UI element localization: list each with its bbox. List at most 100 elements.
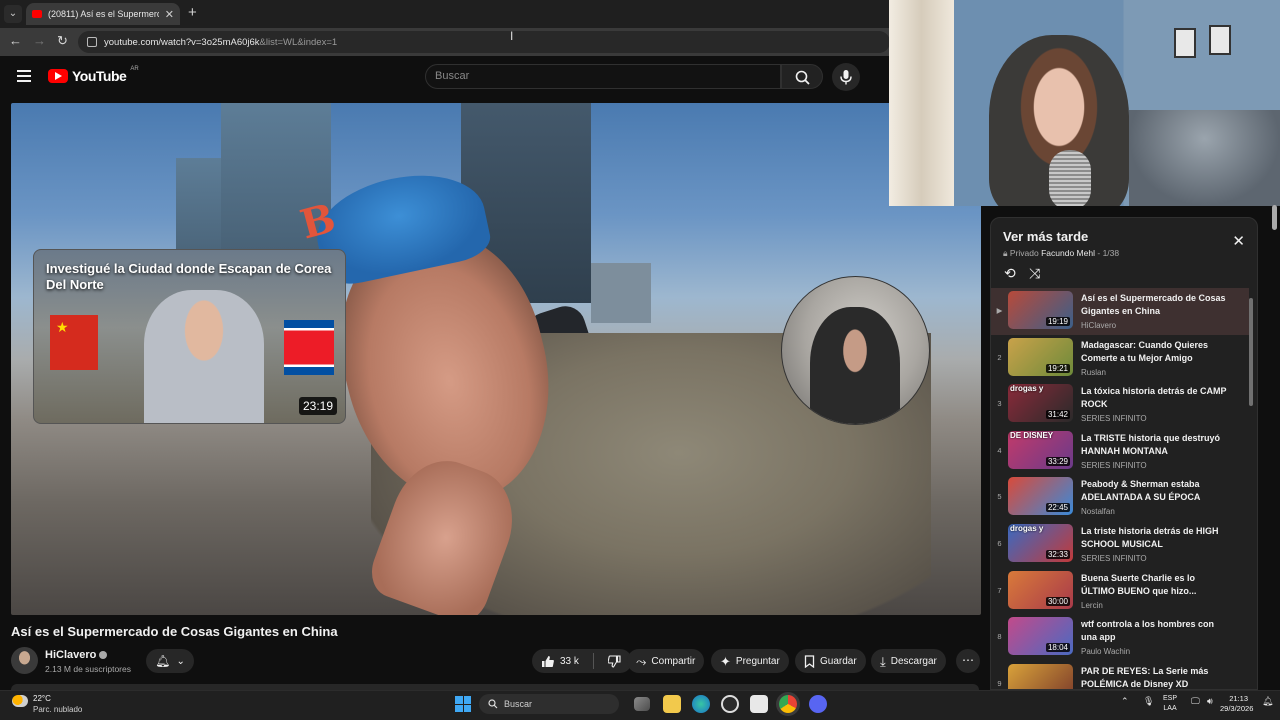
playlist-title[interactable]: Ver más tarde: [1003, 229, 1088, 244]
browser-tab[interactable]: (20811) Así es el Supermercado de Cosas …: [26, 3, 180, 25]
country-code: AR: [130, 66, 139, 72]
shuffle-icon[interactable]: ⤨: [1029, 265, 1040, 282]
playlist-item[interactable]: 9 PAR DE REYES: La Serie más POLÉMICA de …: [991, 661, 1249, 689]
playlist-item-thumbnail[interactable]: 22:45: [1008, 477, 1073, 516]
playlist-item[interactable]: 2 19:21 Madagascar: Cuando Quieres Comerte…: [991, 335, 1249, 382]
playlist-scrollbar[interactable]: [1249, 298, 1253, 406]
page-scrollbar[interactable]: [1272, 205, 1277, 230]
save-button[interactable]: Guardar: [795, 649, 866, 673]
thumbnail-text: drogas y: [1010, 523, 1044, 533]
site-info-icon[interactable]: [87, 37, 97, 47]
voice-search-button[interactable]: [832, 63, 860, 91]
keyboard-layout: LAA: [1163, 705, 1177, 712]
playlist-item-duration: 33:29: [1045, 456, 1070, 466]
playlist-item-title[interactable]: La TRISTE historia que destruyó HANNAH M…: [1081, 432, 1231, 458]
menu-icon[interactable]: [17, 70, 31, 85]
playlist-item[interactable]: 7 30:00 Buena Suerte Charlie es lo ÚLTIMO …: [991, 568, 1249, 615]
wall-frame: [1209, 25, 1231, 55]
more-actions-button[interactable]: ⋯: [956, 649, 980, 673]
playlist-item-channel: SERIES INFINITO: [1081, 460, 1147, 470]
playlist-owner[interactable]: Facundo Mehl: [1041, 248, 1095, 258]
channel-avatar[interactable]: [11, 647, 38, 674]
weather-temperature[interactable]: 22°C: [33, 694, 51, 703]
microphone-tray-icon[interactable]: 🎙︎: [1143, 696, 1154, 707]
back-button[interactable]: ←: [9, 34, 22, 48]
playlist-item-title[interactable]: Buena Suerte Charlie es lo ÚLTIMO BUENO …: [1081, 572, 1231, 598]
forward-button[interactable]: →: [33, 34, 46, 48]
notification-bell-button[interactable]: 🔔︎ ⌄: [146, 649, 194, 673]
volume-icon[interactable]: 🔊︎: [1207, 696, 1213, 707]
network-icon[interactable]: 🖵︎: [1191, 696, 1200, 707]
discord-icon[interactable]: [809, 695, 827, 713]
like-button[interactable]: 33 k: [532, 649, 588, 673]
playlist-item-title[interactable]: La triste historia detrás de HIGH SCHOOL…: [1081, 525, 1231, 551]
channel-end-screen-avatar[interactable]: [781, 276, 930, 425]
playlist-item-title[interactable]: Así es el Supermercado de Cosas Gigantes…: [1081, 292, 1231, 318]
github-icon[interactable]: [721, 695, 739, 713]
tab-close-icon[interactable]: ✕: [165, 8, 174, 21]
playlist-panel: Ver más tarde 🔒︎ Privado Facundo Mehl - …: [990, 217, 1258, 690]
reload-button[interactable]: ↻: [57, 34, 68, 48]
address-bar[interactable]: youtube.com/watch?v=3o25mA60j6k &list=WL&…: [78, 31, 890, 53]
url-query: &list=WL&index=1: [259, 36, 338, 48]
search-button[interactable]: [781, 64, 823, 89]
language-indicator[interactable]: ESP LAA: [1163, 694, 1177, 714]
search-input[interactable]: Buscar: [425, 64, 781, 89]
ask-button[interactable]: ✦ Preguntar: [711, 649, 789, 673]
youtube-logo[interactable]: YouTube AR: [48, 66, 139, 84]
playlist-item-thumbnail[interactable]: 19:19: [1008, 291, 1073, 329]
chrome-icon[interactable]: [779, 695, 797, 713]
file-explorer-icon[interactable]: [663, 695, 681, 713]
start-button[interactable]: [455, 696, 471, 712]
playlist-item-index: 7: [997, 585, 1002, 595]
playlist-item-title[interactable]: La tóxica historia detrás de CAMP ROCK: [1081, 385, 1231, 411]
edge-icon[interactable]: [692, 695, 710, 713]
weather-icon[interactable]: [12, 695, 28, 707]
tab-title: (20811) Así es el Supermercado de Cosas …: [48, 9, 159, 19]
tab-list-button[interactable]: ⌄: [4, 5, 22, 23]
tray-overflow-icon[interactable]: ⌃: [1121, 696, 1129, 707]
notifications-icon[interactable]: 🔔︎: [1262, 696, 1273, 707]
playlist-item-thumbnail[interactable]: DE DISNEY 33:29: [1008, 430, 1073, 469]
end-screen-video-card[interactable]: Investigué la Ciudad donde Escapan de Co…: [33, 249, 346, 424]
playlist-item[interactable]: ▶ 19:19 Así es el Supermercado de Cosas Gi…: [991, 288, 1249, 335]
task-view-icon[interactable]: [634, 697, 650, 711]
playlist-item-title[interactable]: wtf controla a los hombres con una app: [1081, 618, 1231, 644]
playlist-item[interactable]: 8 18:04 wtf controla a los hombres con una…: [991, 614, 1249, 661]
playlist-meta: 🔒︎ Privado Facundo Mehl - 1/38: [1003, 248, 1120, 258]
playlist-item-thumbnail[interactable]: [1008, 663, 1073, 689]
clock-time: 21:13: [1229, 694, 1248, 703]
ask-label: Preguntar: [735, 655, 780, 667]
playlist-item-thumbnail[interactable]: 30:00: [1008, 570, 1073, 609]
new-tab-button[interactable]: +: [188, 5, 197, 21]
playlist-item-title[interactable]: Peabody & Sherman estaba ADELANTADA A SU…: [1081, 478, 1231, 504]
share-button[interactable]: ⤳ Compartir: [627, 649, 705, 673]
thumbs-down-icon: [607, 654, 621, 668]
download-label: Descargar: [890, 655, 937, 667]
playlist-item[interactable]: 3 drogas y 31:42 La tóxica historia detrás …: [991, 381, 1249, 428]
playlist-item[interactable]: 5 22:45 Peabody & Sherman estaba ADELANTAD…: [991, 474, 1249, 521]
verified-icon: [99, 651, 108, 660]
playlist-item-channel: Ruslan: [1081, 367, 1106, 377]
playlist-item[interactable]: 4 DE DISNEY 33:29 La TRISTE historia que de…: [991, 428, 1249, 475]
loop-icon[interactable]: ⟲: [1004, 265, 1016, 282]
taskbar-search[interactable]: Buscar: [479, 694, 619, 714]
channel-name-row[interactable]: HiClavero: [45, 649, 108, 661]
playlist-item[interactable]: 6 drogas y 32:33 La triste historia detrás …: [991, 521, 1249, 568]
playlist-item-title[interactable]: PAR DE REYES: La Serie más POLÉMICA de D…: [1081, 665, 1231, 689]
playlist-item-index: 5: [997, 492, 1002, 502]
playlist-item-thumbnail[interactable]: 19:21: [1008, 337, 1073, 376]
playlist-item-title[interactable]: Madagascar: Cuando Quieres Comerte a tu …: [1081, 339, 1231, 365]
close-icon[interactable]: ✕: [1232, 232, 1245, 250]
download-button[interactable]: ⤓ Descargar: [871, 649, 946, 673]
weather-description[interactable]: Parc. nublado: [33, 705, 82, 714]
capcut-icon[interactable]: [750, 695, 768, 713]
playlist-item-thumbnail[interactable]: 18:04: [1008, 617, 1073, 656]
channel-name[interactable]: HiClavero: [45, 649, 96, 661]
dislike-button[interactable]: [599, 649, 630, 673]
playlist-item-thumbnail[interactable]: drogas y 32:33: [1008, 523, 1073, 562]
search-icon: [795, 70, 810, 85]
search-icon: [488, 699, 498, 709]
playlist-item-thumbnail[interactable]: drogas y 31:42: [1008, 384, 1073, 423]
system-clock[interactable]: 21:13 29/3/2026: [1220, 694, 1253, 714]
